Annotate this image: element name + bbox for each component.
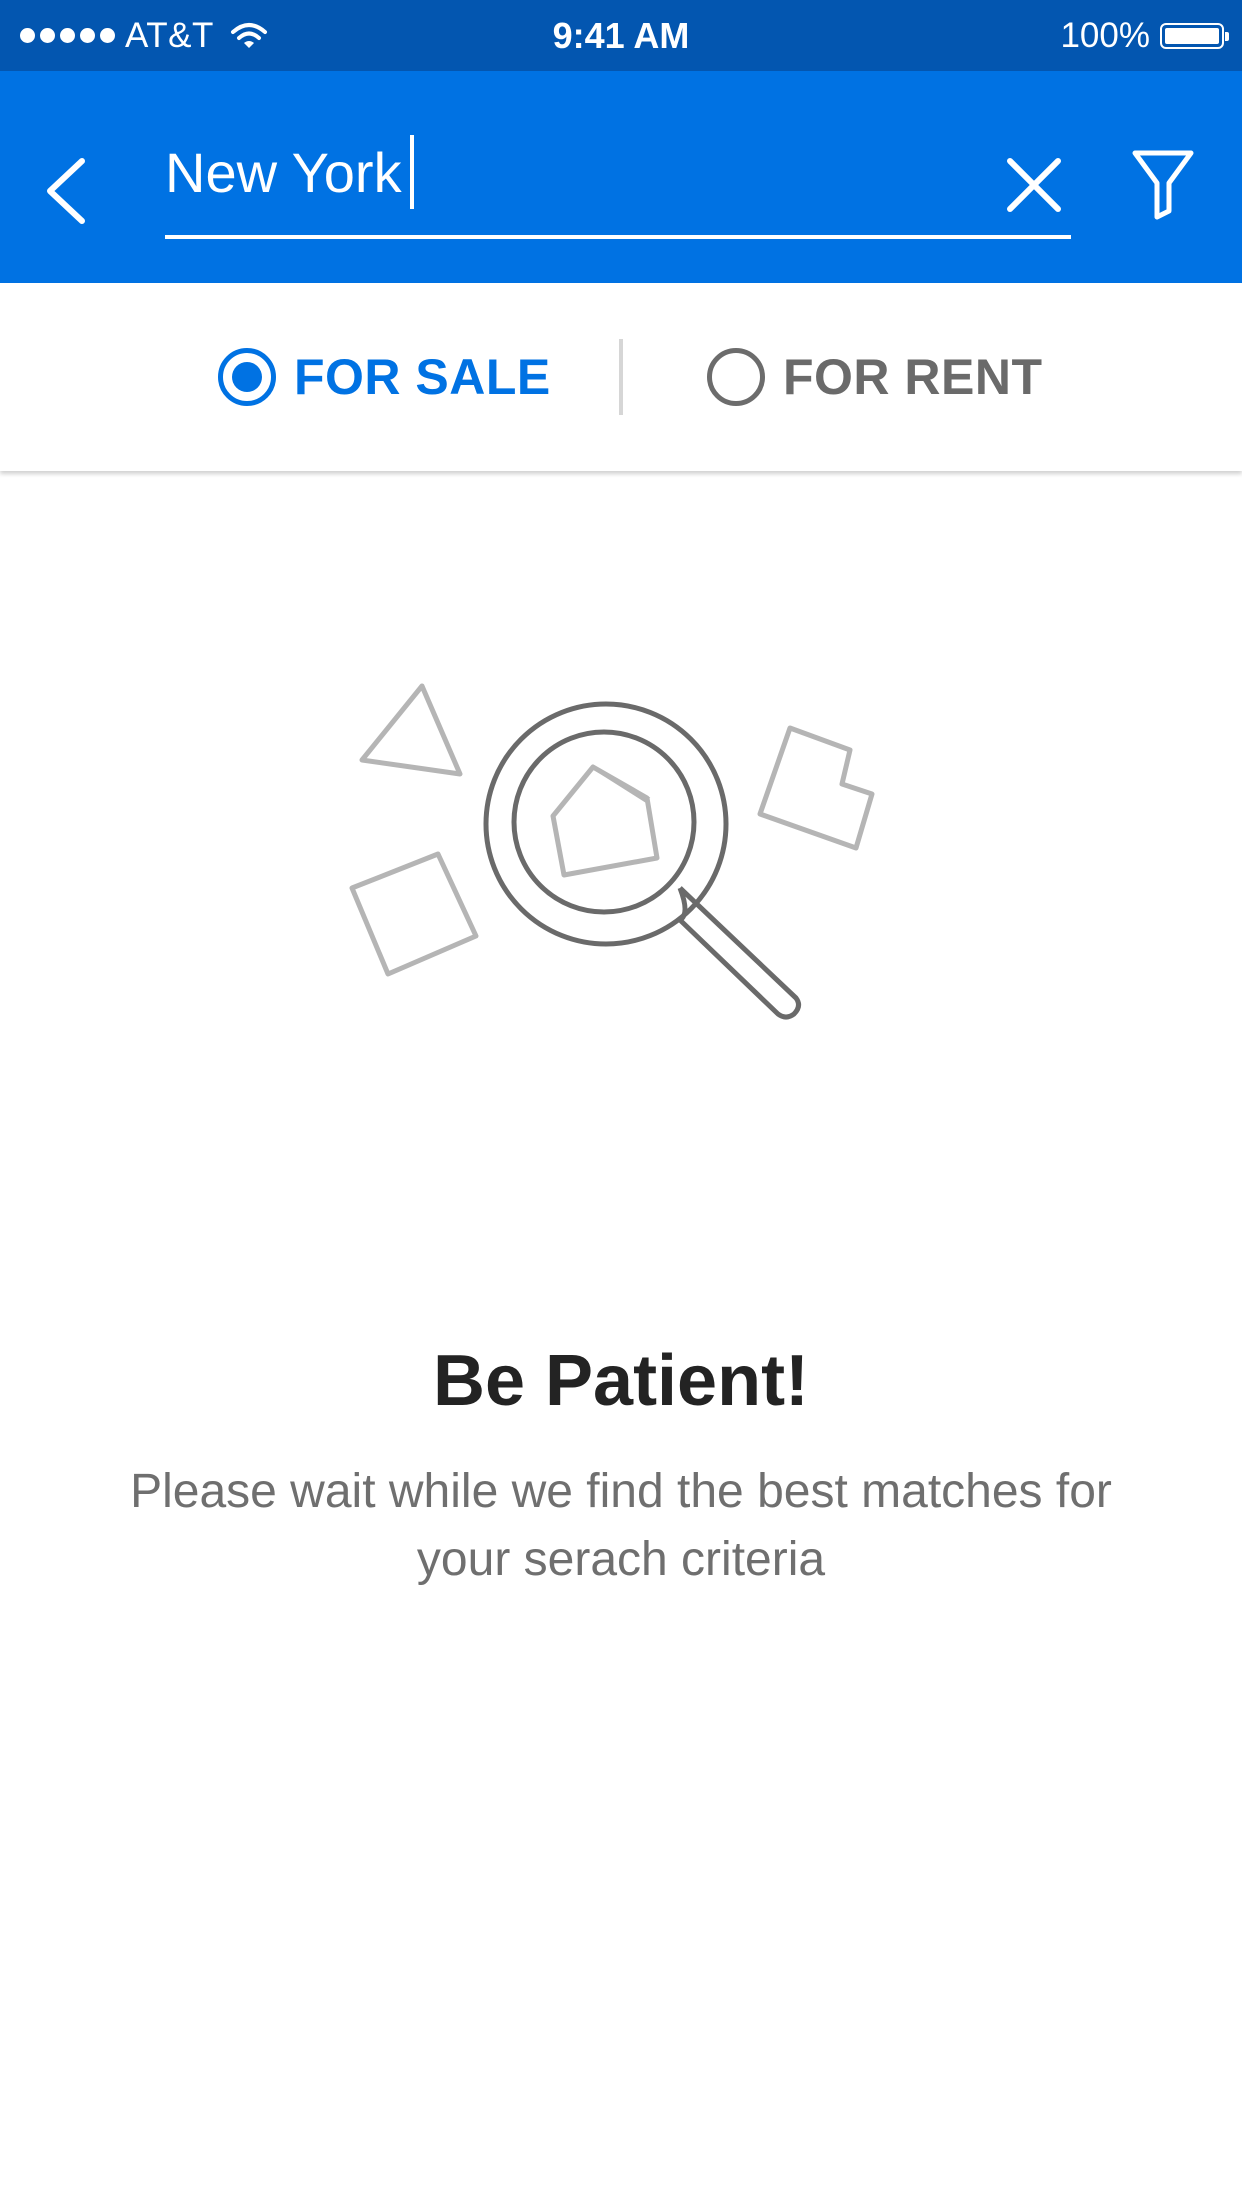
- loading-message: Please wait while we find the best match…: [130, 1465, 1112, 1586]
- for-rent-label: FOR RENT: [783, 349, 1043, 405]
- listing-type-toggle: FOR SALE FOR RENT: [0, 283, 1242, 471]
- battery-icon: [1160, 22, 1229, 49]
- filter-button[interactable]: [1130, 147, 1196, 223]
- search-input[interactable]: New York: [165, 135, 414, 209]
- filter-icon: [1132, 150, 1194, 220]
- for-rent-radio[interactable]: [707, 348, 765, 406]
- house-icon: [550, 764, 660, 878]
- toggle-divider: [619, 339, 623, 415]
- back-button[interactable]: [36, 141, 106, 241]
- status-right: 100%: [1060, 0, 1229, 71]
- notched-square-shape-icon: [757, 725, 875, 851]
- for-sale-radio[interactable]: [218, 348, 276, 406]
- square-shape-icon: [349, 851, 479, 977]
- text-cursor: [409, 135, 414, 209]
- battery-percentage: 100%: [1060, 15, 1150, 55]
- search-field[interactable]: New York: [165, 121, 1071, 239]
- loading-title: Be Patient!: [432, 1341, 810, 1421]
- status-bar: AT&T 9:41 AM 100%: [0, 0, 1242, 71]
- for-sale-label: FOR SALE: [294, 349, 551, 405]
- triangle-shape-icon: [359, 683, 463, 777]
- searching-house-illustration: [349, 683, 875, 1020]
- back-arrow-icon: [47, 158, 85, 224]
- status-time: 9:41 AM: [552, 15, 690, 56]
- search-header: New York: [0, 71, 1242, 283]
- for-rent-option[interactable]: FOR RENT: [707, 283, 1043, 471]
- search-input-value: New York: [165, 140, 402, 204]
- for-sale-option[interactable]: FOR SALE: [218, 283, 551, 471]
- close-icon: [1007, 158, 1061, 212]
- clear-search-button[interactable]: [1000, 151, 1068, 219]
